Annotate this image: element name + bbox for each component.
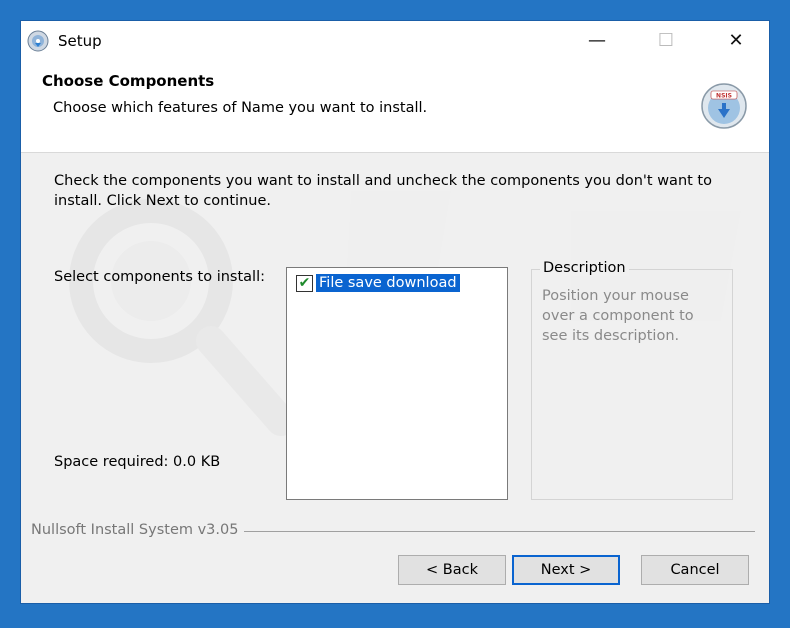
description-text: Position your mouse over a component to … [542, 288, 694, 344]
checkmark-icon: ✔ [298, 275, 311, 291]
component-item[interactable]: ✔ File save download [296, 274, 460, 292]
space-required-label: Space required: 0.0 KB [54, 454, 221, 470]
next-button[interactable]: Next > [512, 555, 620, 585]
cancel-button[interactable]: Cancel [641, 555, 749, 585]
page-title: Choose Components [42, 72, 215, 90]
description-group: Description Position your mouse over a c… [531, 260, 733, 500]
component-checkbox[interactable]: ✔ [296, 274, 313, 292]
installer-brand: Nullsoft Install System v3.05 [31, 522, 245, 538]
components-tree[interactable]: ✔ File save download [286, 267, 508, 500]
title-bar[interactable]: Setup — ☐ ✕ [21, 21, 769, 61]
select-components-label: Select components to install: [54, 269, 265, 285]
page-subtitle: Choose which features of Name you want t… [53, 100, 428, 116]
close-icon: ✕ [728, 29, 744, 51]
maximize-button[interactable]: ☐ [643, 21, 689, 59]
window-title: Setup [58, 32, 102, 50]
setup-window: Setup — ☐ ✕ Choose Components Choose whi… [20, 20, 770, 604]
minimize-icon: — [588, 29, 606, 51]
installer-disc-icon [27, 30, 49, 52]
back-button[interactable]: < Back [398, 555, 506, 585]
minimize-button[interactable]: — [574, 21, 620, 59]
svg-text:NSIS: NSIS [716, 93, 732, 100]
desktop-background: Setup — ☐ ✕ Choose Components Choose whi… [0, 0, 790, 628]
instructions-text: Check the components you want to install… [54, 173, 712, 209]
description-legend: Description [540, 260, 629, 276]
nsis-logo-icon: NSIS [701, 83, 747, 129]
close-button[interactable]: ✕ [713, 21, 759, 59]
component-label[interactable]: File save download [316, 274, 460, 292]
maximize-icon: ☐ [657, 29, 675, 51]
page-header: Choose Components Choose which features … [21, 61, 769, 153]
